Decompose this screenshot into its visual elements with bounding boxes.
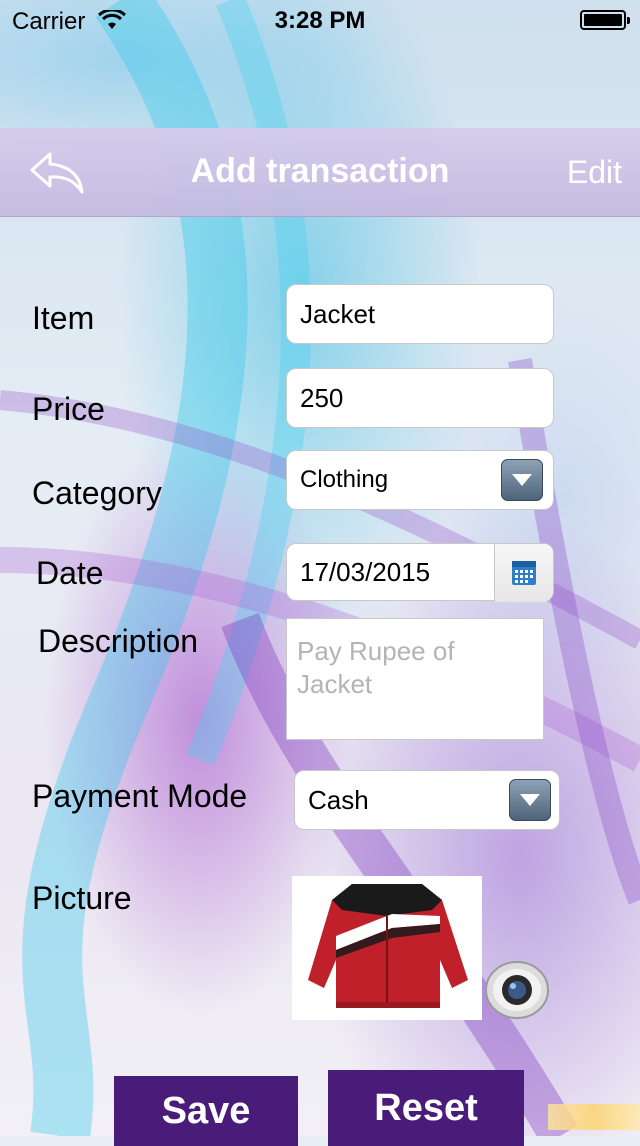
chevron-down-icon[interactable]	[509, 779, 551, 821]
banner-strip	[548, 1104, 640, 1130]
price-field[interactable]: 250	[286, 368, 554, 428]
date-value: 17/03/2015	[300, 556, 431, 587]
category-label: Category	[32, 475, 162, 511]
picture-label: Picture	[32, 880, 132, 916]
calendar-button[interactable]	[494, 544, 553, 602]
description-label: Description	[38, 623, 199, 659]
camera-icon	[485, 961, 549, 1019]
item-field[interactable]: Jacket	[286, 284, 554, 344]
status-time: 3:28 PM	[274, 7, 366, 34]
reset-button[interactable]: Reset	[328, 1070, 524, 1146]
date-label: Date	[36, 555, 104, 591]
status-bar: Carrier 3:28 PM	[0, 0, 640, 40]
payment-mode-dropdown[interactable]: Cash	[294, 770, 560, 830]
category-value: Clothing	[300, 466, 389, 493]
calendar-icon	[512, 561, 536, 585]
date-field[interactable]: 17/03/2015	[286, 543, 554, 602]
camera-button[interactable]	[484, 960, 550, 1020]
battery-icon	[580, 10, 630, 30]
jacket-picture[interactable]	[292, 876, 482, 1020]
page-title: Add transaction	[190, 152, 450, 190]
chevron-down-icon[interactable]	[501, 459, 543, 501]
payment-mode-label: Payment Mode	[32, 778, 248, 814]
category-dropdown[interactable]: Clothing	[286, 450, 554, 510]
item-label: Item	[32, 300, 95, 336]
description-textarea[interactable]: Pay Rupee of Jacket	[286, 618, 544, 740]
edit-button[interactable]: Edit	[567, 154, 622, 191]
price-label: Price	[32, 391, 105, 427]
payment-mode-value: Cash	[308, 784, 369, 815]
navigation-bar: Add transaction Edit	[0, 128, 640, 217]
